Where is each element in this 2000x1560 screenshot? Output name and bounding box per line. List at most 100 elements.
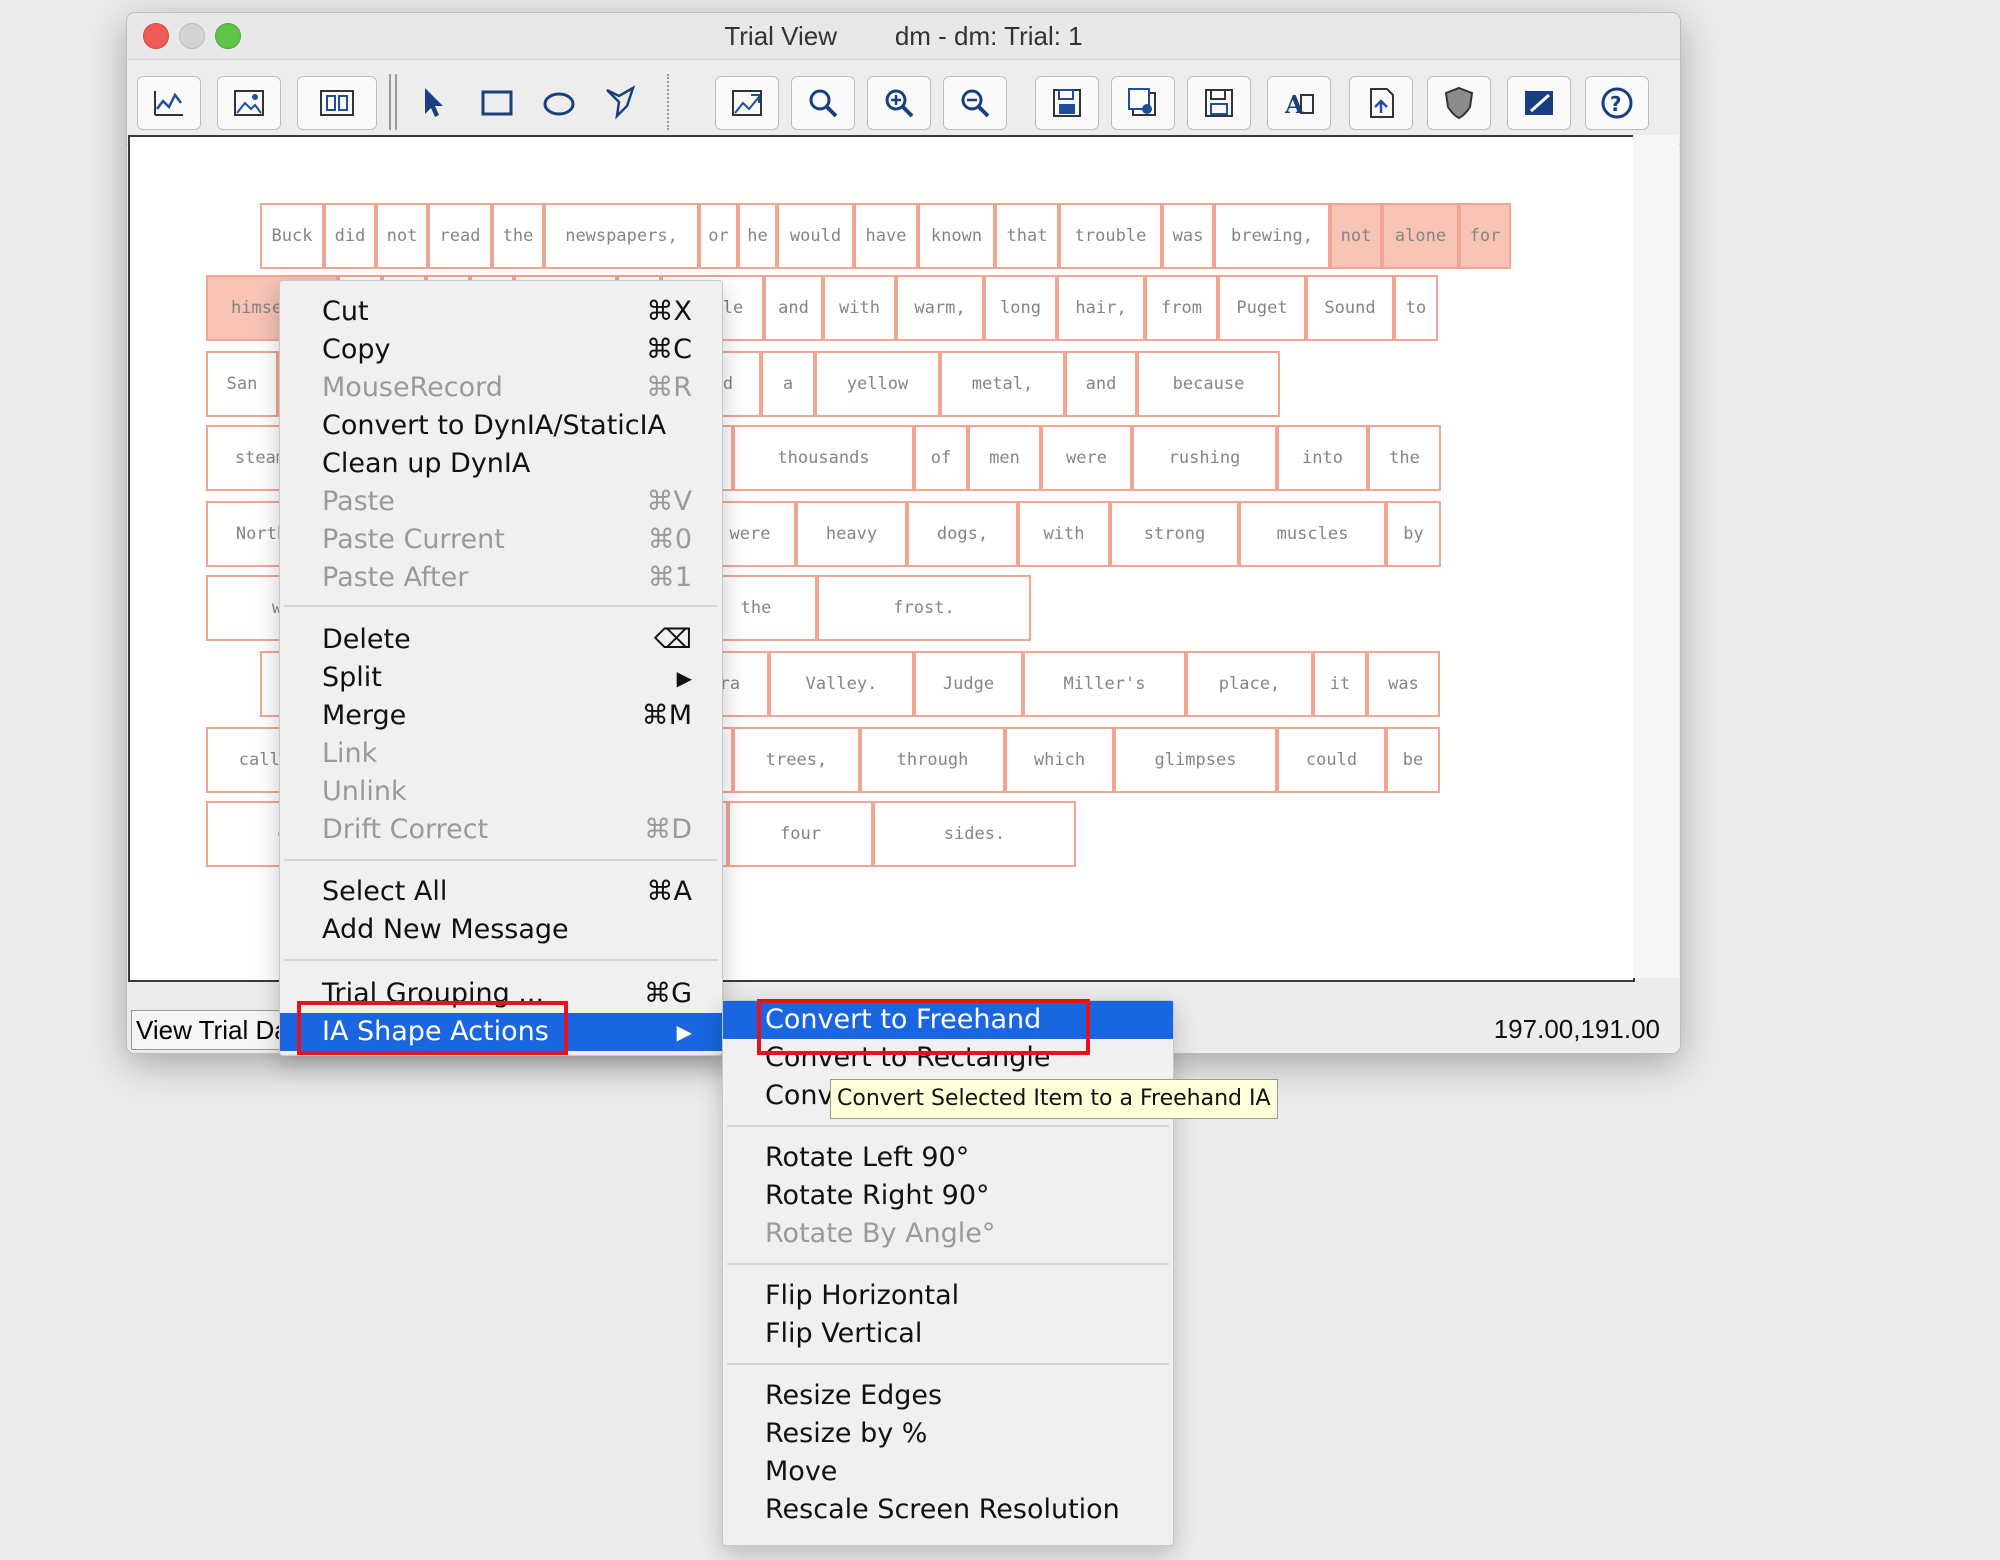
interest-area[interactable]: trees, bbox=[733, 727, 860, 793]
interest-area[interactable]: for bbox=[1459, 203, 1511, 269]
interest-area[interactable]: metal, bbox=[940, 351, 1065, 417]
save-button[interactable] bbox=[1187, 76, 1251, 130]
rectangle-tool-button[interactable] bbox=[477, 82, 517, 122]
interest-area[interactable]: sides. bbox=[873, 801, 1076, 867]
interest-area[interactable]: Valley. bbox=[769, 651, 914, 717]
filmstrip-button[interactable] bbox=[297, 76, 377, 130]
interest-area[interactable]: was bbox=[1367, 651, 1440, 717]
interest-area[interactable]: newspapers, bbox=[544, 203, 699, 269]
freehand-tool-button[interactable] bbox=[601, 82, 641, 122]
interest-area[interactable]: which bbox=[1005, 727, 1114, 793]
interest-area[interactable]: he bbox=[738, 203, 777, 269]
line-graph-button[interactable] bbox=[137, 76, 201, 130]
interest-area[interactable]: read bbox=[428, 203, 492, 269]
search-button[interactable] bbox=[791, 76, 855, 130]
interest-area[interactable]: heavy bbox=[796, 501, 907, 567]
interest-area[interactable]: trouble bbox=[1059, 203, 1162, 269]
select-tool-button[interactable] bbox=[413, 82, 453, 122]
menu-item-cut[interactable]: Cut ⌘X bbox=[280, 293, 722, 331]
interest-area[interactable]: did bbox=[324, 203, 376, 269]
ellipse-tool-button[interactable] bbox=[539, 82, 579, 122]
interest-area[interactable]: by bbox=[1386, 501, 1441, 567]
menu-item-clean-up-dynia[interactable]: Clean up DynIA bbox=[280, 445, 722, 483]
interest-area[interactable]: into bbox=[1277, 425, 1368, 491]
menu-item-convert-to-dynia-staticia[interactable]: Convert to DynIA/StaticIA bbox=[280, 407, 722, 445]
menu-item-link[interactable]: Link bbox=[280, 735, 722, 773]
interest-area[interactable]: men bbox=[968, 425, 1041, 491]
interest-area[interactable]: the bbox=[1368, 425, 1441, 491]
text-style-button[interactable]: A bbox=[1267, 76, 1331, 130]
interest-area[interactable]: and bbox=[1065, 351, 1137, 417]
interest-area[interactable]: hair, bbox=[1057, 275, 1145, 341]
interest-area[interactable]: a bbox=[761, 351, 815, 417]
menu-item-add-new-message[interactable]: Add New Message bbox=[280, 911, 722, 949]
interest-area[interactable]: San bbox=[206, 351, 278, 417]
interest-area[interactable]: Sound bbox=[1306, 275, 1394, 341]
interest-area[interactable]: yellow bbox=[815, 351, 940, 417]
interest-area[interactable]: Buck bbox=[260, 203, 324, 269]
interest-area[interactable]: with bbox=[1018, 501, 1110, 567]
submenu-item-resize-by[interactable]: Resize by % bbox=[723, 1415, 1173, 1453]
interest-area[interactable]: thousands bbox=[733, 425, 914, 491]
interest-area[interactable]: have bbox=[854, 203, 918, 269]
interest-area[interactable]: muscles bbox=[1239, 501, 1386, 567]
menu-item-paste-after[interactable]: Paste After ⌘1 bbox=[280, 559, 722, 597]
interest-area[interactable]: could bbox=[1277, 727, 1386, 793]
fit-image-button[interactable] bbox=[715, 76, 779, 130]
menu-item-mouserecord[interactable]: MouseRecord ⌘R bbox=[280, 369, 722, 407]
interest-area[interactable]: through bbox=[860, 727, 1005, 793]
interest-area[interactable]: four bbox=[728, 801, 873, 867]
submenu-item-rotate-by-angle[interactable]: Rotate By Angle° bbox=[723, 1215, 1173, 1253]
interest-area[interactable]: glimpses bbox=[1114, 727, 1277, 793]
menu-item-delete[interactable]: Delete ⌫ bbox=[280, 621, 722, 659]
interest-area[interactable]: was bbox=[1162, 203, 1214, 269]
submenu-item-move[interactable]: Move bbox=[723, 1453, 1173, 1491]
interest-area[interactable]: that bbox=[995, 203, 1059, 269]
interest-area[interactable]: the bbox=[492, 203, 544, 269]
edit-image-button[interactable] bbox=[1507, 76, 1571, 130]
interest-area[interactable]: not bbox=[1330, 203, 1382, 269]
submenu-item-resize-edges[interactable]: Resize Edges bbox=[723, 1377, 1173, 1415]
interest-area[interactable]: were bbox=[1041, 425, 1132, 491]
zoom-in-button[interactable] bbox=[867, 76, 931, 130]
save-ia-button[interactable] bbox=[1035, 76, 1099, 130]
menu-item-drift-correct[interactable]: Drift Correct ⌘D bbox=[280, 811, 722, 849]
menu-item-paste[interactable]: Paste ⌘V bbox=[280, 483, 722, 521]
menu-item-copy[interactable]: Copy ⌘C bbox=[280, 331, 722, 369]
menu-item-merge[interactable]: Merge ⌘M bbox=[280, 697, 722, 735]
interest-area[interactable]: would bbox=[777, 203, 854, 269]
interest-area[interactable]: long bbox=[984, 275, 1057, 341]
submenu-item-rotate-left-90[interactable]: Rotate Left 90° bbox=[723, 1139, 1173, 1177]
interest-area[interactable]: rushing bbox=[1132, 425, 1277, 491]
help-button[interactable]: ? bbox=[1585, 76, 1649, 130]
interest-area[interactable]: brewing, bbox=[1214, 203, 1330, 269]
interest-area[interactable]: or bbox=[699, 203, 738, 269]
submenu-item-rotate-right-90[interactable]: Rotate Right 90° bbox=[723, 1177, 1173, 1215]
interest-area[interactable]: Judge bbox=[914, 651, 1023, 717]
image-button[interactable] bbox=[217, 76, 281, 130]
interest-area[interactable]: not bbox=[376, 203, 428, 269]
import-button[interactable] bbox=[1349, 76, 1413, 130]
zoom-out-button[interactable] bbox=[943, 76, 1007, 130]
interest-area[interactable]: strong bbox=[1110, 501, 1239, 567]
interest-area[interactable]: and bbox=[764, 275, 823, 341]
interest-area[interactable]: be bbox=[1386, 727, 1440, 793]
load-ia-button[interactable] bbox=[1111, 76, 1175, 130]
submenu-item-rescale-screen-resolution[interactable]: Rescale Screen Resolution bbox=[723, 1491, 1173, 1529]
interest-area[interactable]: to bbox=[1394, 275, 1438, 341]
submenu-item-flip-vertical[interactable]: Flip Vertical bbox=[723, 1315, 1173, 1353]
interest-area[interactable]: with bbox=[823, 275, 896, 341]
interest-area[interactable]: it bbox=[1313, 651, 1367, 717]
interest-area[interactable]: frost. bbox=[817, 575, 1031, 641]
menu-item-unlink[interactable]: Unlink bbox=[280, 773, 722, 811]
interest-area[interactable]: place, bbox=[1186, 651, 1313, 717]
interest-area[interactable]: known bbox=[918, 203, 995, 269]
interest-area[interactable]: dogs, bbox=[907, 501, 1018, 567]
interest-area[interactable]: of bbox=[914, 425, 968, 491]
interest-area[interactable]: alone bbox=[1382, 203, 1459, 269]
interest-area[interactable]: from bbox=[1145, 275, 1218, 341]
interest-area[interactable]: Puget bbox=[1218, 275, 1306, 341]
interest-area[interactable]: Miller's bbox=[1023, 651, 1186, 717]
interest-area[interactable]: warm, bbox=[896, 275, 984, 341]
menu-item-paste-current[interactable]: Paste Current ⌘0 bbox=[280, 521, 722, 559]
